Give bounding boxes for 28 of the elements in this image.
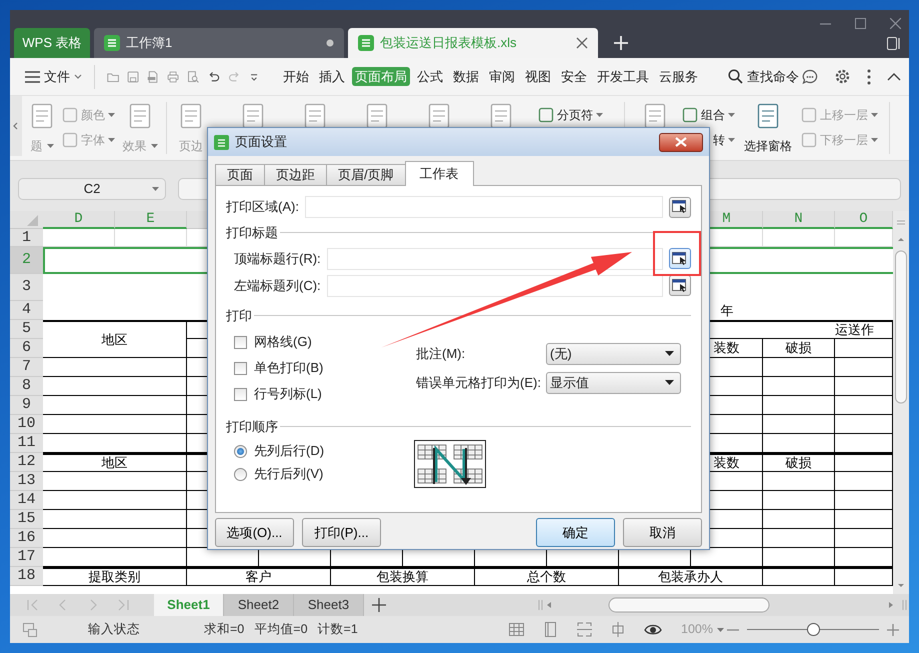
table-cell-text: 年 [720, 302, 734, 320]
status-text: 求和=0 [204, 622, 244, 637]
status-text: 输入状态 [88, 622, 140, 637]
radio-label: 先行后列(V) [254, 466, 324, 482]
field-label: 顶端标题行(R): [234, 250, 321, 266]
field-label: 批注(M): [416, 346, 466, 362]
dialog-title: 页面设置 [235, 134, 287, 150]
table-cell: 地区 [43, 320, 187, 358]
table-cell: 包装换算 [331, 567, 475, 586]
table-cell: 客户 [187, 567, 331, 586]
checkbox-label: 网格线(G) [254, 334, 312, 350]
table-cell: 地区 [43, 453, 187, 472]
field-label: 左端标题列(C): [234, 278, 321, 294]
table-cell: 提取类别 [43, 567, 187, 586]
table-cell: 破损 [763, 339, 835, 358]
table-cell: 包装承办人 [619, 567, 763, 586]
radio-label: 先列后行(D) [254, 443, 324, 460]
status-text: 平均值=0 [254, 622, 308, 637]
table-cell: 破损 [763, 453, 835, 472]
status-text: 计数=1 [318, 622, 358, 637]
field-label: 错误单元格打印为(E): [416, 374, 541, 390]
field-label: 打印区域(A): [226, 199, 299, 215]
section-heading: 打印顺序 [226, 419, 278, 435]
table-cell: 总个数 [475, 567, 619, 586]
checkbox-label: 行号列标(L) [254, 386, 322, 402]
section-heading: 打印标题 [226, 225, 278, 241]
section-heading: 打印 [226, 308, 252, 324]
checkbox-label: 单色打印(B) [254, 360, 324, 376]
